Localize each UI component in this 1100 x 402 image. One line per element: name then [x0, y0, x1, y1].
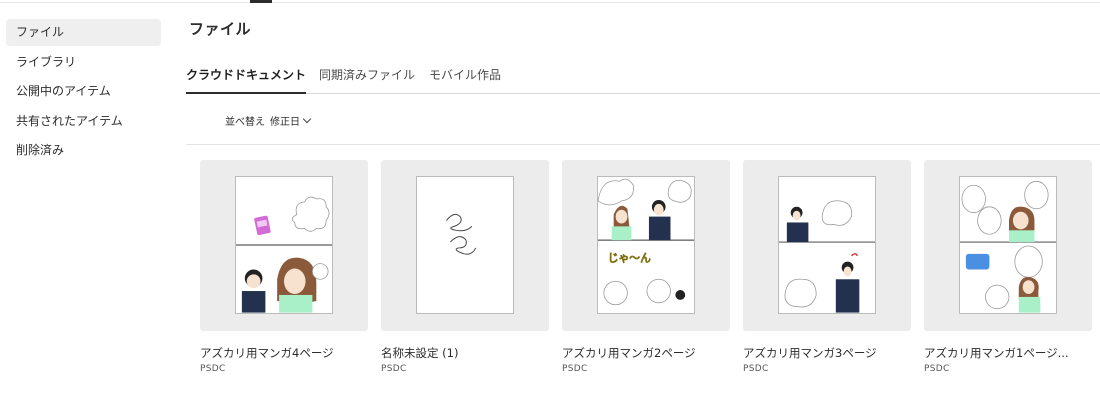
file-name: アズカリ用マンガ4ページ: [200, 346, 334, 360]
file-name: 名称未設定 (1): [381, 346, 459, 360]
page-title: ファイル: [189, 20, 252, 38]
sidebar-item-shared[interactable]: 共有されたアイテム: [6, 108, 161, 135]
file-thumbnail[interactable]: [743, 160, 911, 331]
sort-value: 修正日: [270, 117, 300, 128]
file-type: PSDC: [924, 364, 950, 374]
tab-bar: クラウドドキュメント 同期済みファイル モバイル作品: [186, 62, 1100, 94]
tab-cloud-documents[interactable]: クラウドドキュメント: [186, 66, 307, 94]
sidebar: ファイル ライブラリ 公開中のアイテム 共有されたアイテム 削除済み: [0, 19, 172, 167]
file-type: PSDC: [562, 364, 588, 374]
top-divider: [0, 0, 1100, 3]
sidebar-item-files[interactable]: ファイル: [6, 19, 161, 46]
top-indicator: [250, 0, 272, 3]
file-thumbnail[interactable]: じゃ〜ん: [562, 160, 730, 331]
file-type: PSDC: [381, 364, 407, 374]
file-thumbnail[interactable]: [200, 160, 368, 331]
manga-page-thumbnail: [778, 176, 876, 314]
manga-sfx-text: じゃ〜ん: [608, 252, 651, 265]
manga-page-thumbnail: [235, 176, 333, 314]
file-card[interactable]: アズカリ用マンガ4ページ PSDC: [200, 160, 368, 374]
sidebar-item-label: 削除済み: [16, 143, 65, 157]
sidebar-item-libraries[interactable]: ライブラリ: [6, 49, 161, 76]
file-card[interactable]: 名称未設定 (1) PSDC: [381, 160, 549, 374]
manga-page-thumbnail: じゃ〜ん: [597, 176, 695, 314]
tab-synced-files[interactable]: 同期済みファイル: [319, 66, 415, 93]
file-thumbnail[interactable]: [381, 160, 549, 331]
tab-mobile-creations[interactable]: モバイル作品: [429, 66, 501, 93]
sidebar-item-label: ファイル: [16, 25, 65, 39]
file-card[interactable]: アズカリ用マンガ3ページ PSDC: [743, 160, 911, 374]
file-name: アズカリ用マンガ2ページ: [562, 346, 696, 360]
sidebar-item-label: ライブラリ: [16, 54, 77, 69]
blank-sketch-thumbnail: [416, 176, 514, 314]
manga-page-thumbnail: [959, 176, 1057, 314]
sidebar-item-label: 公開中のアイテム: [16, 84, 111, 98]
sort-label: 並べ替え: [225, 117, 265, 128]
file-type: PSDC: [200, 364, 226, 374]
file-name: アズカリ用マンガ3ページ: [743, 346, 877, 360]
file-type: PSDC: [743, 364, 769, 374]
sort-bar: 並べ替え 修正日: [186, 94, 1100, 145]
sidebar-item-published[interactable]: 公開中のアイテム: [6, 78, 161, 105]
file-thumbnail[interactable]: [924, 160, 1092, 331]
file-name: アズカリ用マンガ1ページ...: [924, 346, 1069, 360]
chevron-down-icon: [302, 114, 312, 123]
sort-dropdown[interactable]: 並べ替え 修正日: [225, 113, 312, 128]
file-card[interactable]: アズカリ用マンガ1ページ... PSDC: [924, 160, 1092, 374]
file-card[interactable]: じゃ〜ん アズカリ用マンガ2ページ PSDC: [562, 160, 730, 374]
sidebar-item-deleted[interactable]: 削除済み: [6, 137, 161, 164]
sidebar-item-label: 共有されたアイテム: [16, 113, 123, 128]
